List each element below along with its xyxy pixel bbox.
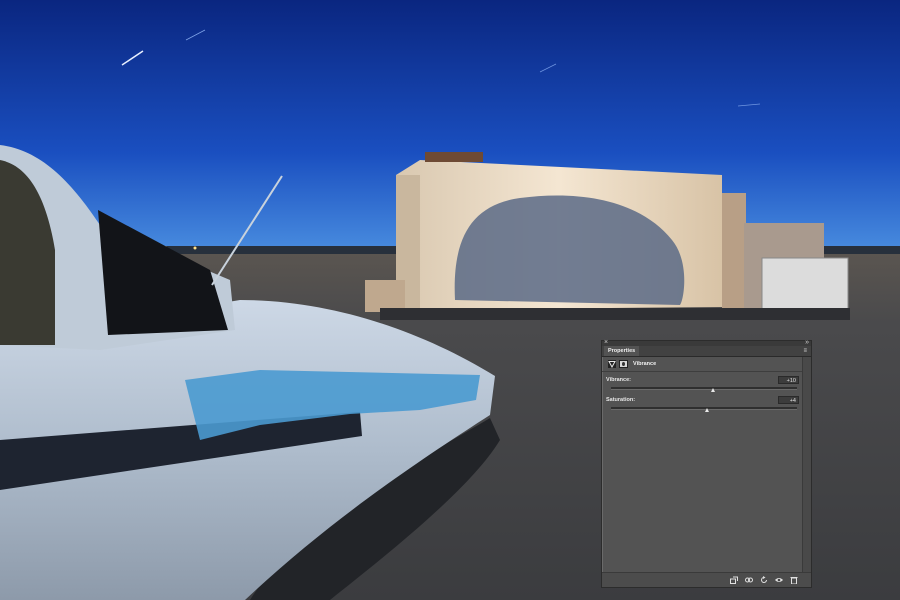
reset-icon[interactable] (760, 576, 768, 584)
properties-panel: × » Properties ≡ Vibrance Vibrance: +10 … (601, 339, 812, 588)
visibility-eye-icon[interactable] (775, 576, 783, 584)
vibrance-label: Vibrance: (606, 377, 631, 383)
saturation-value-input[interactable]: +4 (778, 396, 799, 404)
panel-scrollbar[interactable] (802, 357, 811, 573)
delete-trash-icon[interactable] (790, 576, 798, 585)
saturation-slider-track[interactable] (611, 407, 797, 410)
vibrance-value-input[interactable]: +10 (778, 376, 799, 384)
panel-menu-icon[interactable]: ≡ (803, 347, 807, 355)
vibrance-slider-thumb[interactable] (710, 388, 715, 392)
tab-properties[interactable]: Properties (604, 346, 640, 356)
saturation-slider-thumb[interactable] (705, 408, 710, 412)
layer-mask-icon[interactable] (619, 360, 628, 368)
saturation-label: Saturation: (606, 397, 636, 403)
vibrance-slider-track[interactable] (611, 387, 797, 390)
adjustment-title: Vibrance (633, 361, 657, 367)
view-previous-state-icon[interactable] (745, 576, 753, 584)
panel-tabbar: Properties ≡ (602, 346, 811, 357)
vibrance-adjustment-icon (608, 360, 616, 368)
adjustment-header: Vibrance (602, 357, 811, 372)
panel-footer (602, 572, 811, 587)
clip-to-layer-icon[interactable] (730, 576, 738, 584)
